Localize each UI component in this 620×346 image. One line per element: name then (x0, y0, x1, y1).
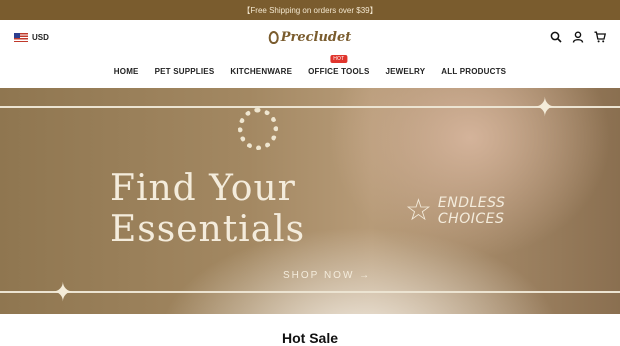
account-icon[interactable] (572, 31, 584, 43)
sparkle-icon: ✦ (534, 92, 556, 122)
logo-text: Precludet (280, 29, 352, 45)
star-outline-icon: ☆ (405, 194, 432, 227)
nav-pet-supplies[interactable]: PET SUPPLIES (155, 67, 215, 76)
sparkle-icon: ✦ (52, 277, 74, 307)
shop-now-link[interactable]: SHOP NOW → (283, 270, 371, 281)
site-header: USD Precludet (0, 20, 620, 54)
section-title: Hot Sale (281, 330, 338, 346)
logo-mark-icon (268, 30, 279, 44)
hero-title-line-2: Essentials (110, 209, 306, 250)
search-icon[interactable] (550, 31, 562, 43)
top-divider-line (0, 106, 620, 108)
nav-kitchenware[interactable]: KITCHENWARE (230, 67, 292, 76)
currency-label: USD (32, 32, 49, 42)
hero-banner[interactable]: ✦ ✦ Find Your Essentials ☆ ENDLESS CHOIC… (0, 88, 620, 314)
nav-jewelry[interactable]: JEWELRY (386, 67, 426, 76)
announcement-text: 【Free Shipping on orders over $39】 (242, 5, 378, 15)
announcement-bar: 【Free Shipping on orders over $39】 (0, 0, 620, 20)
main-nav: HOME PET SUPPLIES KITCHENWARE OFFICE TOO… (0, 54, 620, 88)
header-actions (550, 31, 606, 43)
us-flag-icon (14, 32, 28, 42)
hot-badge: HOT (330, 54, 348, 63)
cart-icon[interactable] (594, 31, 606, 43)
hero-title: Find Your Essentials (110, 168, 305, 250)
tagline-line-1: ENDLESS (437, 195, 506, 211)
tagline-text: ENDLESS CHOICES (438, 195, 506, 227)
nav-office-tools[interactable]: OFFICE TOOLS HOT (308, 54, 370, 76)
hero-title-line-1: Find Your (110, 168, 296, 209)
hero-tagline: ☆ ENDLESS CHOICES (405, 195, 505, 227)
currency-selector[interactable]: USD (14, 32, 49, 42)
earring-decoration (238, 108, 278, 150)
site-logo[interactable]: Precludet (268, 29, 352, 45)
bottom-divider-line (0, 291, 620, 293)
nav-office-tools-label: OFFICE TOOLS (308, 66, 370, 76)
nav-home[interactable]: HOME (114, 67, 139, 76)
tagline-line-2: CHOICES (437, 211, 505, 227)
nav-all-products[interactable]: ALL PRODUCTS (441, 67, 506, 76)
